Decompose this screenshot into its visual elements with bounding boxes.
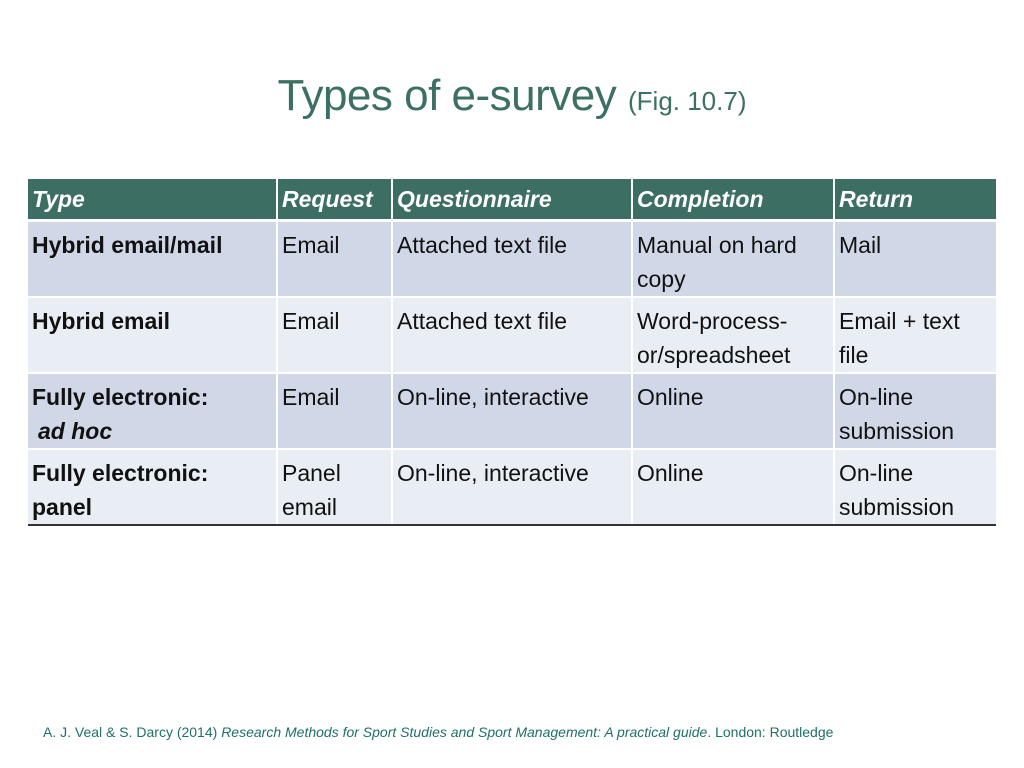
- table-header-row: Type Request Questionnaire Completion Re…: [28, 179, 996, 222]
- cell-type: Hybrid email/mail: [28, 220, 278, 298]
- cell-request: Email: [277, 220, 393, 298]
- cell-questionnaire: On-line, interactive: [392, 373, 633, 450]
- cell-completion: Online: [632, 373, 835, 450]
- cell-return: Email + text file: [834, 297, 996, 374]
- cell-questionnaire: On-line, interactive: [392, 449, 633, 526]
- type-label: Hybrid email: [32, 308, 171, 334]
- slide-title-figure-ref: (Fig. 10.7): [628, 86, 747, 116]
- header-request: Request: [277, 179, 393, 222]
- table-row: Hybrid email Email Attached text file Wo…: [28, 297, 996, 374]
- citation-footer: A. J. Veal & S. Darcy (2014) Research Me…: [43, 724, 833, 740]
- type-label: Fully electronic:: [32, 460, 209, 486]
- citation-book-title: Research Methods for Sport Studies and S…: [221, 724, 708, 740]
- cell-request: Email: [277, 373, 393, 450]
- cell-return: On-line submission: [834, 449, 996, 526]
- cell-request: Panel email: [277, 449, 393, 526]
- cell-type: Fully electronic: ad hoc: [28, 373, 278, 450]
- table-row: Hybrid email/mail Email Attached text fi…: [28, 220, 996, 298]
- cell-return: Mail: [834, 220, 996, 298]
- citation-publisher: . London: Routledge: [707, 724, 834, 740]
- cell-questionnaire: Attached text file: [392, 297, 633, 374]
- cell-completion: Manual on hard copy: [632, 220, 835, 298]
- cell-completion: Online: [632, 449, 835, 526]
- table-row: Fully electronic: ad hoc Email On-line, i…: [28, 373, 996, 450]
- e-survey-types-table: Type Request Questionnaire Completion Re…: [28, 179, 996, 526]
- cell-completion: Word-process-or/spreadsheet: [632, 297, 835, 374]
- citation-authors: A. J. Veal & S. Darcy (2014): [43, 724, 218, 740]
- slide-title-main: Types of e-survey: [277, 71, 617, 120]
- cell-type: Fully electronic: panel: [28, 449, 278, 526]
- type-sublabel: ad hoc: [38, 418, 113, 444]
- header-return: Return: [834, 179, 996, 222]
- cell-return: On-line submission: [834, 373, 996, 450]
- type-label: Fully electronic:: [32, 384, 209, 410]
- header-questionnaire: Questionnaire: [392, 179, 633, 222]
- table-row: Fully electronic: panel Panel email On-li…: [28, 449, 996, 526]
- type-sublabel: panel: [32, 494, 93, 520]
- cell-questionnaire: Attached text file: [392, 220, 633, 298]
- cell-type: Hybrid email: [28, 297, 278, 374]
- header-type: Type: [28, 179, 278, 222]
- cell-request: Email: [277, 297, 393, 374]
- slide-title: Types of e-survey (Fig. 10.7): [0, 66, 1024, 131]
- header-completion: Completion: [632, 179, 835, 222]
- type-label: Hybrid email/mail: [32, 232, 223, 258]
